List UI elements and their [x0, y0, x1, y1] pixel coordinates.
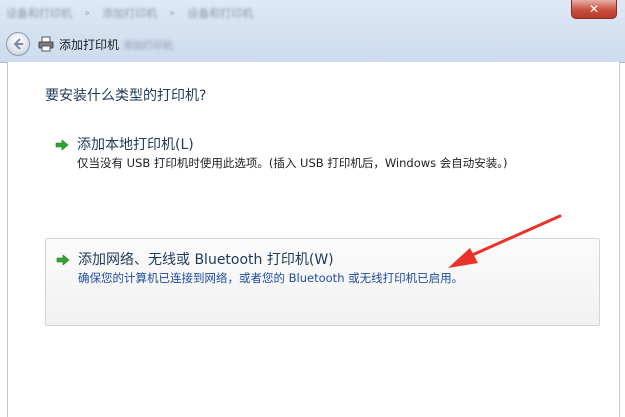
- add-local-printer-option[interactable]: 添加本地打印机(L) 仅当没有 USB 打印机时使用此选项。(插入 USB 打印…: [45, 128, 600, 182]
- window-chrome: 设备和打印机 » 添加打印机 » 设备和打印机 ✕ 添加打印机 添加打印机: [0, 0, 625, 63]
- breadcrumb-item[interactable]: 添加打印机: [102, 5, 157, 21]
- wizard-content: 要安装什么类型的打印机? 添加本地打印机(L) 仅当没有 USB 打印机时使用此…: [7, 62, 620, 417]
- breadcrumb-separator-icon: »: [169, 7, 176, 19]
- breadcrumb-item[interactable]: 设备和打印机: [187, 5, 253, 21]
- green-right-arrow-icon: [55, 139, 69, 151]
- option-description: 仅当没有 USB 打印机时使用此选项。(插入 USB 打印机后，Windows …: [77, 156, 508, 170]
- printer-icon: [38, 36, 54, 52]
- breadcrumb: 设备和打印机 » 添加打印机 » 设备和打印机: [6, 4, 253, 22]
- add-network-printer-option[interactable]: 添加网络、无线或 Bluetooth 打印机(W) 确保您的计算机已连接到网络，…: [45, 238, 600, 326]
- title-bar: 添加打印机 添加打印机: [6, 31, 173, 57]
- back-button[interactable]: [6, 32, 30, 56]
- option-title: 添加本地打印机(L): [77, 137, 194, 153]
- page-heading: 要安装什么类型的打印机?: [45, 88, 207, 104]
- green-right-arrow-icon: [56, 254, 70, 266]
- window-title: 添加打印机: [59, 37, 120, 52]
- window-title-suffix: 添加打印机: [123, 40, 174, 52]
- option-title: 添加网络、无线或 Bluetooth 打印机(W): [78, 252, 334, 268]
- close-button[interactable]: ✕: [571, 0, 617, 19]
- breadcrumb-separator-icon: »: [84, 7, 91, 19]
- option-description: 确保您的计算机已连接到网络，或者您的 Bluetooth 或无线打印机已启用。: [78, 271, 464, 285]
- back-arrow-icon: [13, 38, 23, 50]
- breadcrumb-item[interactable]: 设备和打印机: [6, 5, 72, 21]
